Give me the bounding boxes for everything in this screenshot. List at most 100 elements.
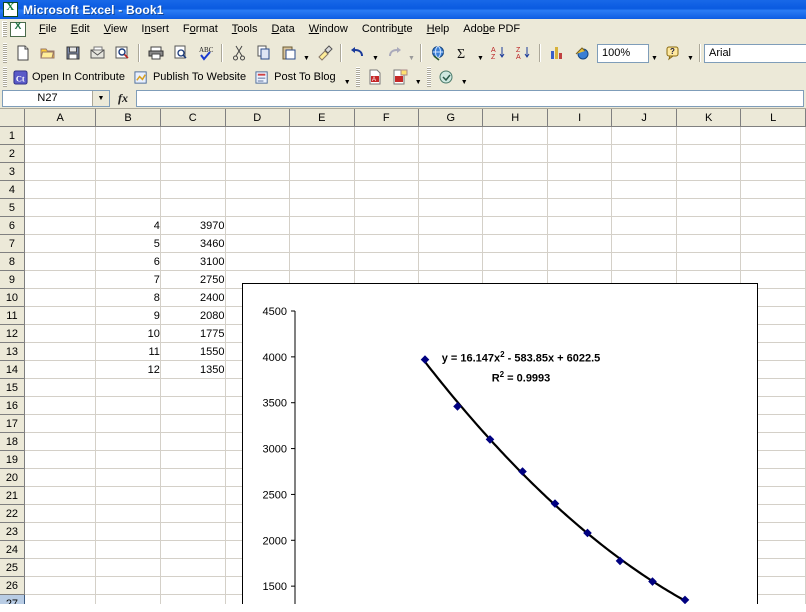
- row-header-22[interactable]: 22: [0, 505, 24, 523]
- cell-I4[interactable]: [547, 181, 611, 199]
- toolbar-overflow-arrow[interactable]: ▼: [685, 40, 696, 67]
- spelling-icon[interactable]: ABC: [193, 41, 218, 65]
- cell-A10[interactable]: [24, 289, 95, 307]
- chart-object[interactable]: 10001500200025003000350040004500 0246810…: [242, 283, 758, 604]
- cell-D4[interactable]: [225, 181, 290, 199]
- standard-toolbar-grip[interactable]: [3, 43, 7, 63]
- column-header-g[interactable]: G: [418, 109, 483, 127]
- help-icon[interactable]: ?: [660, 41, 685, 65]
- cell-B17[interactable]: [96, 415, 161, 433]
- cell-C22[interactable]: [160, 505, 225, 523]
- cell-E2[interactable]: [290, 145, 355, 163]
- cell-A9[interactable]: [24, 271, 95, 289]
- cell-A5[interactable]: [24, 199, 95, 217]
- undo-icon[interactable]: [345, 41, 370, 65]
- menu-item-format[interactable]: Format: [176, 21, 225, 37]
- cell-H4[interactable]: [483, 181, 548, 199]
- row-header-3[interactable]: 3: [0, 163, 24, 181]
- cell-A12[interactable]: [24, 325, 95, 343]
- cell-C9[interactable]: 2750: [160, 271, 225, 289]
- cell-B12[interactable]: 10: [96, 325, 161, 343]
- cell-L3[interactable]: [741, 163, 806, 181]
- cell-C3[interactable]: [160, 163, 225, 181]
- open-in-contribute-button[interactable]: Ct Open In Contribute: [10, 65, 131, 89]
- cell-G5[interactable]: [418, 199, 483, 217]
- menu-item-view[interactable]: View: [97, 21, 135, 37]
- cell-A1[interactable]: [24, 127, 95, 145]
- undo-dropdown-arrow[interactable]: ▼: [370, 40, 381, 67]
- menu-item-data[interactable]: Data: [264, 21, 301, 37]
- cell-A15[interactable]: [24, 379, 95, 397]
- menu-item-window[interactable]: Window: [302, 21, 355, 37]
- cell-B3[interactable]: [96, 163, 161, 181]
- row-header-9[interactable]: 9: [0, 271, 24, 289]
- cell-A7[interactable]: [24, 235, 95, 253]
- chart-wizard-icon[interactable]: [544, 41, 569, 65]
- autosum-dropdown-arrow[interactable]: ▼: [475, 40, 486, 67]
- row-header-11[interactable]: 11: [0, 307, 24, 325]
- cell-C2[interactable]: [160, 145, 225, 163]
- row-header-23[interactable]: 23: [0, 523, 24, 541]
- format-painter-icon[interactable]: [312, 41, 337, 65]
- row-header-21[interactable]: 21: [0, 487, 24, 505]
- cell-I5[interactable]: [547, 199, 611, 217]
- row-header-25[interactable]: 25: [0, 559, 24, 577]
- cell-B20[interactable]: [96, 469, 161, 487]
- sort-ascending-icon[interactable]: AZ: [486, 41, 511, 65]
- cell-A17[interactable]: [24, 415, 95, 433]
- paste-icon[interactable]: [276, 41, 301, 65]
- cell-C1[interactable]: [160, 127, 225, 145]
- cell-K3[interactable]: [676, 163, 741, 181]
- cell-C14[interactable]: 1350: [160, 361, 225, 379]
- insert-function-icon[interactable]: fx: [110, 91, 136, 106]
- row-header-4[interactable]: 4: [0, 181, 24, 199]
- cell-E6[interactable]: [290, 217, 355, 235]
- cell-C16[interactable]: [160, 397, 225, 415]
- column-header-d[interactable]: D: [225, 109, 290, 127]
- cell-C25[interactable]: [160, 559, 225, 577]
- cell-A14[interactable]: [24, 361, 95, 379]
- drawing-icon[interactable]: [569, 41, 594, 65]
- column-header-e[interactable]: E: [290, 109, 355, 127]
- column-header-h[interactable]: H: [483, 109, 548, 127]
- row-header-20[interactable]: 20: [0, 469, 24, 487]
- cell-C5[interactable]: [160, 199, 225, 217]
- cell-C13[interactable]: 1550: [160, 343, 225, 361]
- cell-A16[interactable]: [24, 397, 95, 415]
- cell-G1[interactable]: [418, 127, 483, 145]
- cell-G4[interactable]: [418, 181, 483, 199]
- column-header-a[interactable]: A: [24, 109, 95, 127]
- cell-C4[interactable]: [160, 181, 225, 199]
- cell-B14[interactable]: 12: [96, 361, 161, 379]
- cell-J2[interactable]: [612, 145, 676, 163]
- cell-G7[interactable]: [418, 235, 483, 253]
- row-header-13[interactable]: 13: [0, 343, 24, 361]
- cell-G8[interactable]: [418, 253, 483, 271]
- cell-C7[interactable]: 3460: [160, 235, 225, 253]
- cell-C24[interactable]: [160, 541, 225, 559]
- email-icon[interactable]: [85, 41, 110, 65]
- column-header-c[interactable]: C: [160, 109, 225, 127]
- data-point-marker[interactable]: [616, 557, 623, 564]
- cell-B16[interactable]: [96, 397, 161, 415]
- cell-F4[interactable]: [354, 181, 418, 199]
- cell-A22[interactable]: [24, 505, 95, 523]
- acrobat-dropdown-arrow[interactable]: ▼: [459, 64, 470, 91]
- cell-F6[interactable]: [354, 217, 418, 235]
- publish-to-website-button[interactable]: Publish To Website: [131, 65, 252, 89]
- data-point-marker[interactable]: [681, 596, 688, 603]
- cell-D3[interactable]: [225, 163, 290, 181]
- paste-dropdown-arrow[interactable]: ▼: [301, 40, 312, 67]
- cell-B11[interactable]: 9: [96, 307, 161, 325]
- cell-B7[interactable]: 5: [96, 235, 161, 253]
- cell-L8[interactable]: [741, 253, 806, 271]
- column-header-k[interactable]: K: [676, 109, 741, 127]
- cell-B2[interactable]: [96, 145, 161, 163]
- cell-J7[interactable]: [612, 235, 676, 253]
- column-header-j[interactable]: J: [612, 109, 676, 127]
- row-header-18[interactable]: 18: [0, 433, 24, 451]
- cell-J3[interactable]: [612, 163, 676, 181]
- cell-D8[interactable]: [225, 253, 290, 271]
- cell-J4[interactable]: [612, 181, 676, 199]
- post-to-blog-button[interactable]: Post To Blog: [252, 65, 342, 89]
